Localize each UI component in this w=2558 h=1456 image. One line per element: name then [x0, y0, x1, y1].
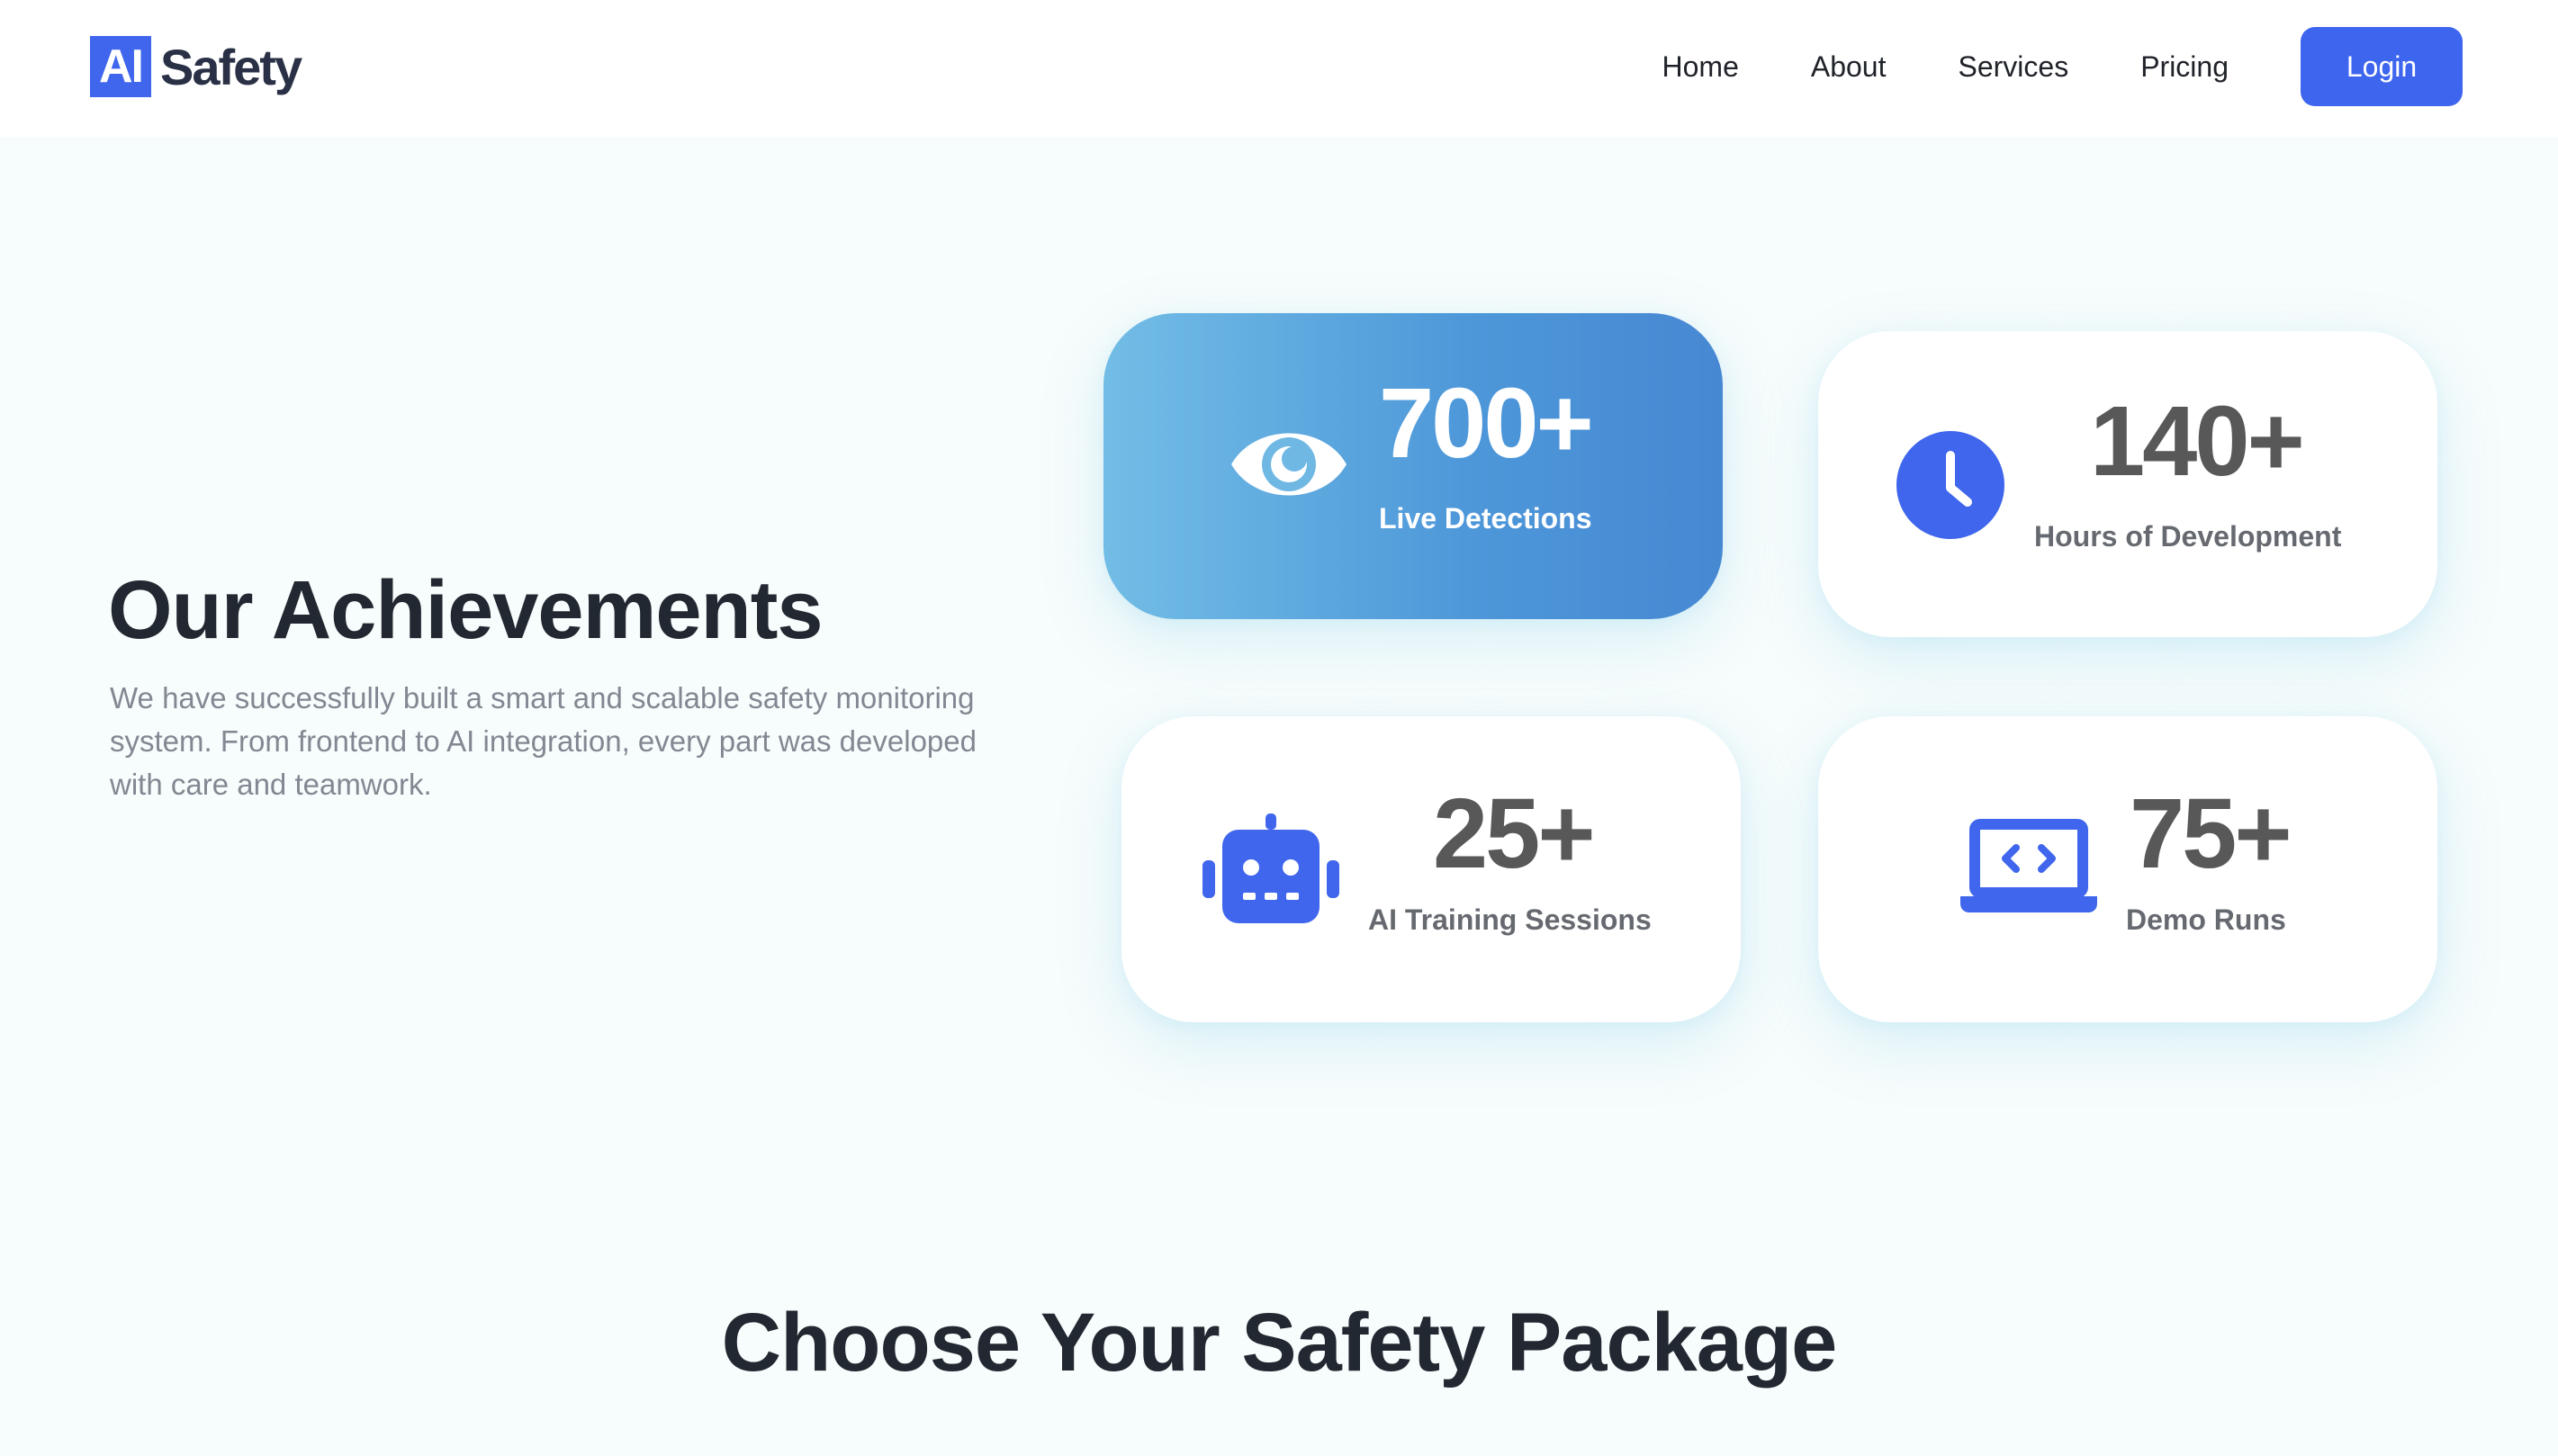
- stat-label: Hours of Development: [2034, 520, 2342, 553]
- stat-card-ai-training: 25+ AI Training Sessions: [1121, 716, 1741, 1022]
- main-nav: Home About Services Pricing Login: [1662, 27, 2463, 106]
- achievements-title: Our Achievements: [108, 564, 824, 656]
- stat-label: Live Detections: [1379, 502, 1592, 535]
- stat-label: AI Training Sessions: [1368, 903, 1652, 936]
- stat-label: Demo Runs: [2126, 903, 2286, 936]
- logo-text: Safety: [160, 38, 302, 95]
- stat-value: 700+: [1379, 368, 1594, 479]
- laptop-code-icon: [1960, 819, 2097, 912]
- nav-link-home[interactable]: Home: [1662, 50, 1739, 84]
- logo-badge: AI: [90, 36, 151, 97]
- logo[interactable]: AI Safety: [90, 36, 302, 97]
- stat-value: 140+: [2090, 386, 2305, 497]
- stat-card-hours-development: 140+ Hours of Development: [1818, 331, 2437, 637]
- eye-icon: [1231, 433, 1347, 496]
- login-button[interactable]: Login: [2301, 27, 2463, 106]
- stat-card-demo-runs: 75+ Demo Runs: [1818, 716, 2437, 1022]
- nav-link-pricing[interactable]: Pricing: [2140, 50, 2229, 84]
- stat-value: 75+: [2130, 778, 2292, 889]
- nav-link-about[interactable]: About: [1811, 50, 1887, 84]
- achievements-description: We have successfully built a smart and s…: [110, 681, 977, 801]
- robot-icon: [1202, 813, 1339, 923]
- stat-card-live-detections: 700+ Live Detections: [1103, 313, 1723, 619]
- clock-icon: [1896, 431, 2004, 539]
- nav-link-services[interactable]: Services: [1958, 50, 2068, 84]
- packages-title: Choose Your Safety Package: [721, 1297, 1838, 1389]
- stat-value: 25+: [1433, 778, 1596, 889]
- top-navbar: AI Safety Home About Services Pricing Lo…: [0, 0, 2558, 137]
